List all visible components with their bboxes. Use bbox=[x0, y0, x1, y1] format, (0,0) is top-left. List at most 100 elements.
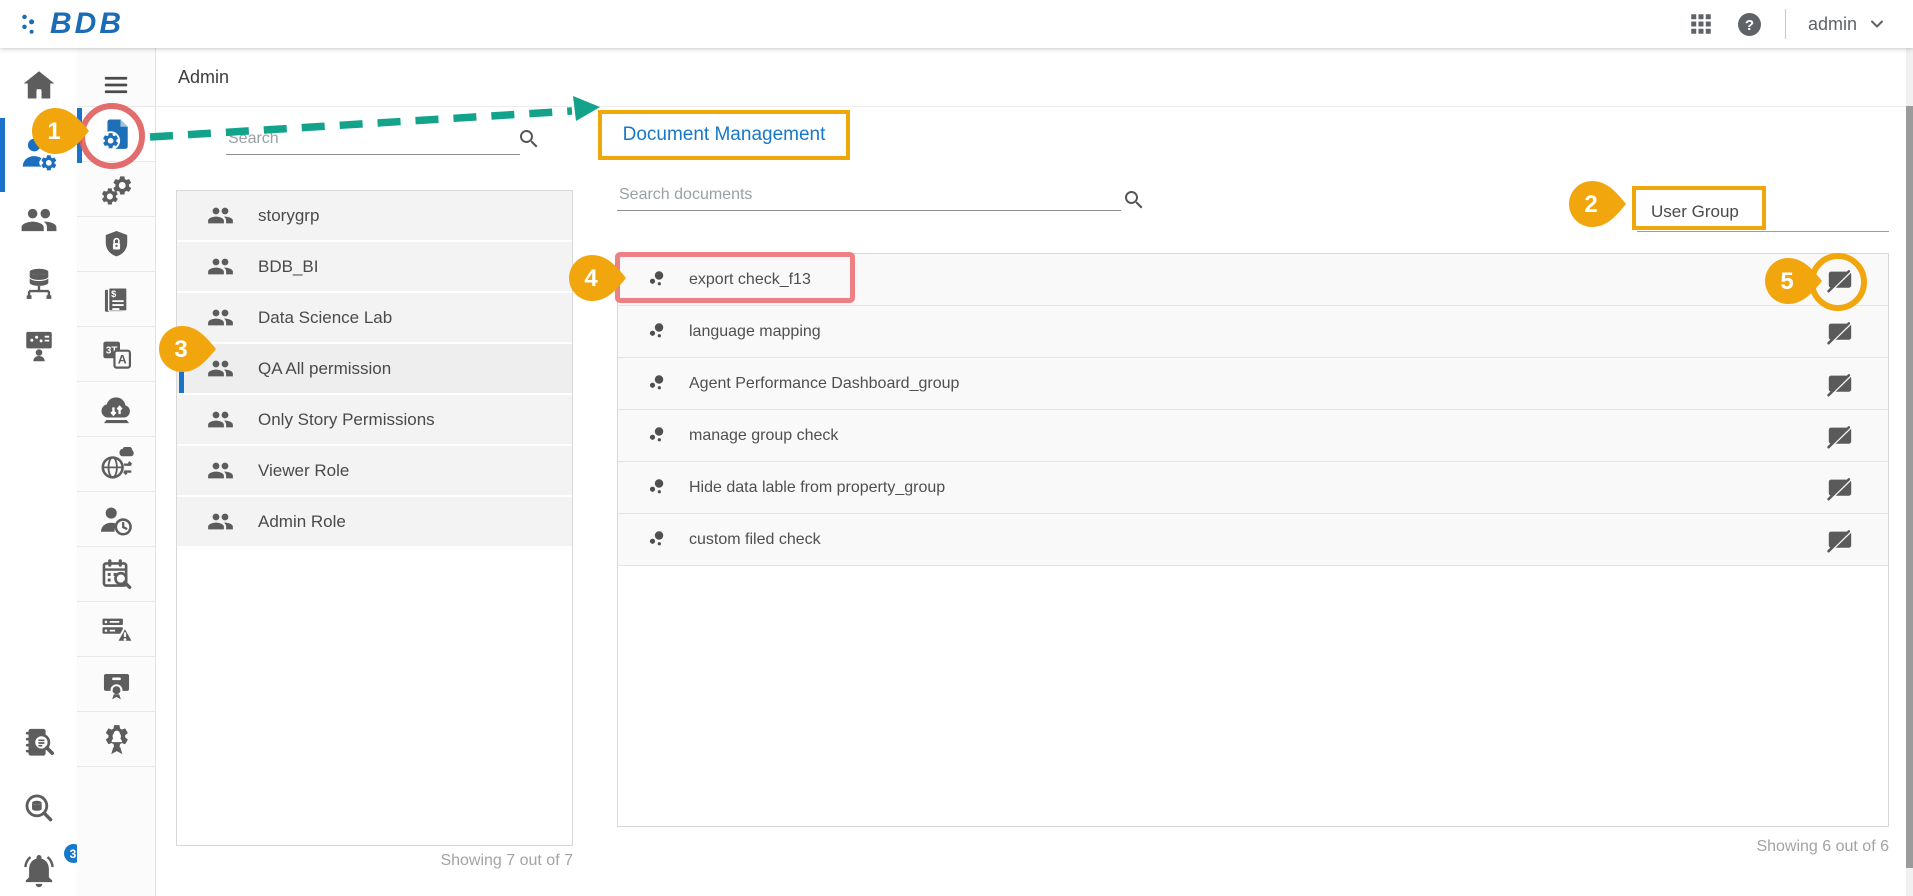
group-row[interactable]: Data Science Lab bbox=[177, 293, 572, 342]
sidebar-item-subscriptions[interactable] bbox=[77, 271, 155, 327]
sidebar-item-schedule-monitor[interactable] bbox=[77, 546, 155, 602]
globe-transfer-icon bbox=[98, 447, 134, 483]
screen-publish-off-icon[interactable] bbox=[1826, 370, 1854, 398]
group-icon bbox=[207, 304, 234, 331]
group-name: Viewer Role bbox=[258, 461, 349, 481]
translate-icon bbox=[99, 337, 134, 372]
group-row[interactable]: Only Story Permissions bbox=[177, 395, 572, 444]
trainer-presentation-icon bbox=[21, 328, 57, 364]
bubbles-doc-icon bbox=[646, 268, 669, 291]
group-icon bbox=[207, 253, 234, 280]
logo-dots-icon bbox=[16, 7, 50, 41]
certificate-icon bbox=[99, 667, 134, 702]
menu-toggle[interactable] bbox=[77, 65, 155, 105]
chevron-down-icon bbox=[1867, 14, 1887, 34]
group-row[interactable]: BDB_BI bbox=[177, 242, 572, 291]
documents-list: export check_f13 language mapping Agent … bbox=[617, 253, 1889, 827]
sidebar-item-data-center[interactable] bbox=[0, 250, 77, 316]
sidebar-item-api-connectors[interactable] bbox=[77, 436, 155, 492]
document-row[interactable]: export check_f13 bbox=[618, 254, 1888, 306]
documents-count-footer: Showing 6 out of 6 bbox=[989, 838, 1889, 856]
sidebar-item-language-mapping[interactable] bbox=[77, 326, 155, 382]
annotation-badge-2: 2 bbox=[1568, 180, 1628, 228]
group-icon bbox=[207, 355, 234, 382]
document-name: Hide data lable from property_group bbox=[689, 479, 1806, 497]
data-center-icon bbox=[21, 265, 57, 301]
group-icon bbox=[207, 508, 234, 535]
group-search-input[interactable] bbox=[226, 126, 520, 155]
group-row[interactable]: storygrp bbox=[177, 191, 572, 240]
bubbles-doc-icon bbox=[646, 320, 669, 343]
bell-icon bbox=[20, 852, 58, 890]
group-name: BDB_BI bbox=[258, 257, 318, 277]
logo-text: BDB bbox=[50, 7, 124, 41]
gears-icon bbox=[98, 172, 134, 208]
group-row[interactable]: Viewer Role bbox=[177, 446, 572, 495]
sidebar-item-document-management[interactable] bbox=[77, 106, 155, 162]
active-indicator-bar bbox=[77, 108, 82, 163]
help-icon[interactable] bbox=[1736, 11, 1763, 38]
screen-publish-off-icon[interactable] bbox=[1826, 526, 1854, 554]
screen-publish-off-icon[interactable] bbox=[1826, 422, 1854, 450]
group-row[interactable]: Admin Role bbox=[177, 497, 572, 546]
document-row[interactable]: Hide data lable from property_group bbox=[618, 462, 1888, 514]
document-row[interactable]: Agent Performance Dashboard_group bbox=[618, 358, 1888, 410]
bubbles-doc-icon bbox=[646, 424, 669, 447]
document-row[interactable]: language mapping bbox=[618, 306, 1888, 358]
shield-lock-icon bbox=[100, 228, 133, 261]
sidebar-item-home[interactable] bbox=[0, 52, 77, 118]
sidebar-item-notifications[interactable]: 3 bbox=[0, 838, 77, 896]
groups-count-footer: Showing 7 out of 7 bbox=[176, 852, 573, 870]
document-row[interactable]: custom filed check bbox=[618, 514, 1888, 566]
screen-publish-off-icon[interactable] bbox=[1826, 266, 1854, 294]
search-icon[interactable] bbox=[1122, 188, 1146, 212]
sidebar-item-migration[interactable] bbox=[77, 381, 155, 437]
sidebar-item-roles[interactable] bbox=[77, 711, 155, 767]
screen-publish-off-icon[interactable] bbox=[1826, 474, 1854, 502]
server-warning-icon bbox=[98, 612, 134, 648]
search-icon[interactable] bbox=[517, 127, 541, 151]
scrollbar-thumb[interactable] bbox=[1906, 106, 1913, 868]
screen-publish-off-icon[interactable] bbox=[1826, 318, 1854, 346]
document-row[interactable]: manage group check bbox=[618, 410, 1888, 462]
document-management-tab[interactable]: Document Management bbox=[598, 110, 850, 160]
svg-text:2: 2 bbox=[1584, 191, 1597, 218]
user-groups-icon bbox=[20, 201, 58, 239]
bubbles-doc-icon bbox=[646, 528, 669, 551]
apps-grid-icon[interactable] bbox=[1688, 11, 1714, 37]
document-name: language mapping bbox=[689, 323, 1806, 341]
page-title: Admin bbox=[178, 67, 229, 88]
sidebar-divider bbox=[77, 766, 155, 767]
sidebar-item-security[interactable] bbox=[77, 216, 155, 272]
admin-page: BDB admin 3 bbox=[0, 0, 1913, 896]
document-name: Agent Performance Dashboard_group bbox=[689, 375, 1806, 393]
hamburger-icon bbox=[101, 70, 131, 100]
cloud-sync-icon bbox=[98, 391, 135, 428]
sidebar-item-certificates[interactable] bbox=[77, 656, 155, 712]
bdb-logo[interactable]: BDB bbox=[16, 5, 124, 43]
document-name: manage group check bbox=[689, 427, 1806, 445]
sidebar-item-trainer[interactable] bbox=[0, 313, 77, 379]
page-header: Admin bbox=[155, 48, 1913, 107]
sidebar-item-server-monitor[interactable] bbox=[77, 601, 155, 657]
document-management-label: Document Management bbox=[623, 124, 826, 146]
bubbles-doc-icon bbox=[646, 372, 669, 395]
admin-user-gear-icon bbox=[20, 134, 58, 172]
annotation-box-user-group bbox=[1632, 186, 1766, 230]
invoice-doc-icon bbox=[99, 283, 133, 317]
user-menu[interactable]: admin bbox=[1808, 14, 1887, 35]
bubbles-doc-icon bbox=[646, 476, 669, 499]
sidebar-item-user-groups[interactable] bbox=[0, 187, 77, 253]
document-search-input[interactable] bbox=[617, 182, 1121, 211]
sidebar-item-admin[interactable] bbox=[0, 120, 77, 186]
sidebar-item-data-search[interactable] bbox=[0, 775, 77, 841]
calendar-search-icon bbox=[99, 557, 134, 592]
sidebar-item-session-config[interactable] bbox=[77, 491, 155, 547]
group-row-selected[interactable]: QA All permission bbox=[177, 344, 572, 393]
book-search-icon bbox=[21, 725, 57, 761]
group-name: Admin Role bbox=[258, 512, 346, 532]
sidebar-item-settings[interactable] bbox=[77, 161, 155, 217]
sidebar-item-data-catalog[interactable] bbox=[0, 710, 77, 776]
home-icon bbox=[21, 67, 57, 103]
document-gear-icon bbox=[97, 116, 135, 154]
